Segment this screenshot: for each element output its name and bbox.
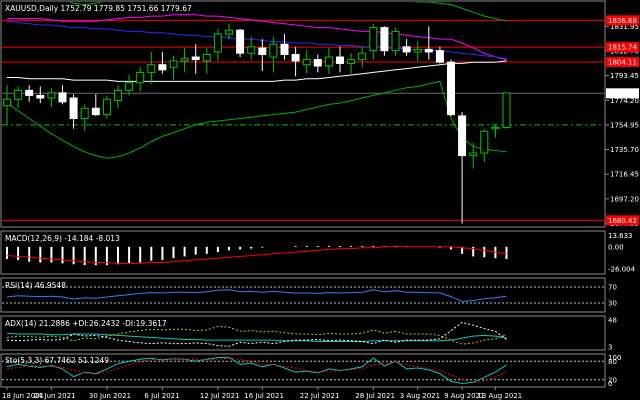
level-tag-support: 1680.42 (608, 217, 637, 225)
candle-body (324, 56, 333, 67)
candle-body (269, 43, 278, 58)
candle-body (180, 57, 189, 62)
candle-body (458, 115, 467, 157)
stoch-header: Sto(5,3,3) 67.7462 51.1249 (5, 356, 109, 365)
candle-body (358, 52, 367, 61)
rsi-header: RSI(14) 46.9548 (5, 281, 66, 290)
candle-body (402, 46, 411, 53)
candle-body (447, 61, 455, 116)
candle-body (58, 92, 67, 103)
time-tick-label: 13 Aug 2021 (477, 392, 522, 400)
candle-body (469, 152, 478, 157)
candle-body (491, 126, 500, 130)
macd-tick-label: 0.00 (608, 243, 624, 251)
time-tick-label: 28 Jul 2021 (355, 392, 395, 400)
stoch-tick-label: 0 (608, 380, 612, 388)
candle-body (424, 48, 433, 53)
candle-body (502, 92, 511, 128)
adx-tick-label: 3 (608, 343, 612, 351)
candle-body (36, 94, 45, 99)
candle-body (480, 130, 489, 154)
macd-header: MACD(12,26,9) -14.184 -8.013 (5, 234, 120, 243)
price-tick-label: 1754.95 (610, 121, 639, 129)
candle-body (313, 59, 322, 67)
rsi-tick-label: 70 (608, 284, 617, 292)
level-tag-last: 1779.67 (608, 90, 637, 98)
stoch-tick-label: 80 (608, 358, 617, 366)
candle-body (3, 98, 11, 107)
rsi-tick-label: 30 (608, 300, 617, 308)
candle-body (302, 59, 311, 66)
candle-body (114, 89, 122, 102)
candle-body (213, 33, 222, 53)
main-header: XAUUSD,Daily 1752.79 1779.85 1751.66 177… (5, 4, 192, 13)
candle-body (158, 64, 167, 71)
price-tick-label: 1716.45 (610, 171, 639, 179)
time-tick-label: 22 Jul 2021 (300, 392, 340, 400)
candle-body (91, 107, 100, 116)
candle-body (369, 27, 378, 52)
level-tag-mid: 1815.74 (608, 44, 637, 52)
candle-body (336, 56, 344, 64)
time-tick-label: 12 Jul 2021 (200, 392, 240, 400)
level-tag-low: 1804.11 (608, 59, 637, 67)
price-tick-label: 1697.20 (610, 195, 639, 203)
adx-tick-label: 48 (608, 317, 617, 325)
candle-body (25, 89, 34, 96)
time-tick-label: 24 Jun 2021 (33, 392, 75, 400)
price-tick-label: 1793.45 (610, 72, 639, 80)
candle-body (14, 89, 23, 100)
trading-chart[interactable]: XAUUSD,Daily 1752.79 1779.85 1751.66 177… (0, 0, 640, 400)
candle-body (47, 92, 56, 99)
level-tag-top: 1836.68 (608, 17, 637, 25)
time-tick-label: 3 Aug 2021 (400, 392, 440, 400)
macd-tick-label: -26.004 (608, 266, 636, 274)
candle-body (69, 97, 78, 119)
candle-body (125, 82, 134, 91)
macd-tick-label: 13.633 (608, 232, 633, 240)
candle-body (80, 107, 89, 119)
candle-body (380, 27, 389, 52)
candle-body (169, 60, 178, 68)
time-tick-label: 30 Jun 2021 (89, 392, 131, 400)
candle-body (347, 59, 356, 64)
candle-body (225, 29, 233, 35)
candle-body (236, 29, 245, 54)
candle-body (435, 50, 444, 63)
price-tick-label: 1735.70 (610, 146, 639, 154)
candle-body (191, 56, 200, 61)
candle-body (291, 53, 300, 62)
candle-body (136, 71, 145, 84)
candle-body (413, 48, 422, 53)
candle-body (391, 30, 400, 52)
adx-header: ADX(14) 21.2886 +DI:26.2432 -DI:19.3617 (5, 319, 167, 328)
candle-body (102, 98, 111, 116)
time-tick-label: 16 Jul 2021 (244, 392, 284, 400)
candle-body (202, 53, 211, 62)
candle-body (147, 64, 156, 73)
candle-body (280, 43, 289, 55)
candle-body (247, 46, 256, 54)
candle-body (258, 47, 267, 55)
time-tick-label: 6 Jul 2021 (144, 392, 179, 400)
main-price-axis[interactable]: 1831.951812.701793.451774.201754.951735.… (605, 23, 639, 228)
